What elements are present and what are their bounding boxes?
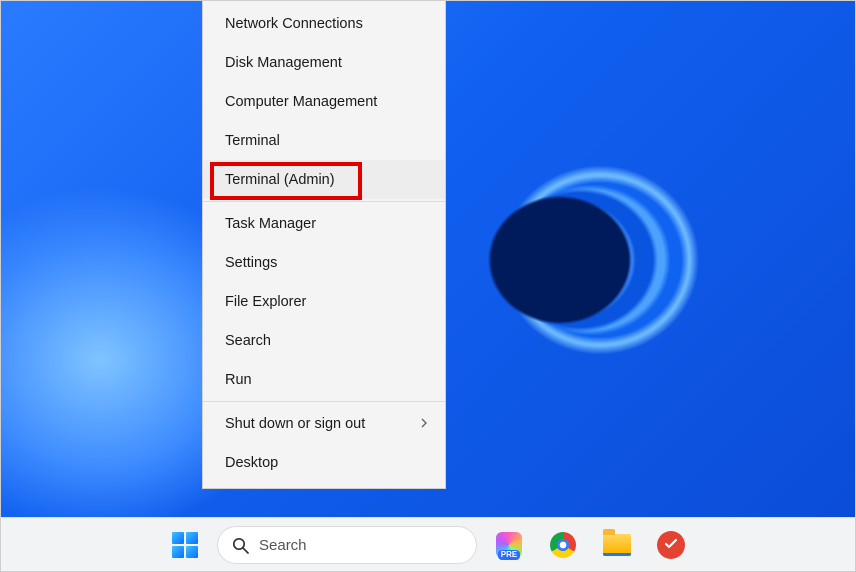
menu-item-label: Disk Management [225, 55, 342, 71]
menu-item-shutdown-signout[interactable]: Shut down or sign out [203, 404, 445, 443]
menu-separator [203, 401, 445, 402]
taskbar-app-todoist[interactable] [649, 523, 693, 567]
taskbar-search[interactable] [217, 526, 477, 564]
file-explorer-icon [603, 534, 631, 556]
taskbar [0, 517, 856, 572]
menu-separator [203, 201, 445, 202]
menu-item-label: Settings [225, 255, 277, 271]
menu-item-label: Task Manager [225, 216, 316, 232]
winx-context-menu: Network Connections Disk Management Comp… [202, 0, 446, 489]
menu-item-label: Computer Management [225, 94, 377, 110]
menu-item-label: Terminal [225, 133, 280, 149]
windows-logo-icon [172, 532, 198, 558]
copilot-icon [496, 532, 522, 558]
menu-item-desktop[interactable]: Desktop [203, 443, 445, 482]
menu-item-label: Search [225, 333, 271, 349]
menu-item-label: Run [225, 372, 252, 388]
search-icon [232, 537, 249, 554]
menu-item-file-explorer[interactable]: File Explorer [203, 282, 445, 321]
menu-item-computer-management[interactable]: Computer Management [203, 82, 445, 121]
menu-item-label: Network Connections [225, 16, 363, 32]
menu-item-label: File Explorer [225, 294, 306, 310]
taskbar-app-copilot[interactable] [487, 523, 531, 567]
menu-item-run[interactable]: Run [203, 360, 445, 399]
menu-item-network-connections[interactable]: Network Connections [203, 4, 445, 43]
menu-item-terminal[interactable]: Terminal [203, 121, 445, 160]
search-input[interactable] [259, 537, 462, 554]
menu-item-label: Terminal (Admin) [225, 172, 335, 188]
menu-item-label: Desktop [225, 455, 278, 471]
desktop-wallpaper: Network Connections Disk Management Comp… [0, 0, 856, 572]
menu-item-disk-management[interactable]: Disk Management [203, 43, 445, 82]
menu-item-task-manager[interactable]: Task Manager [203, 204, 445, 243]
chevron-right-icon [419, 416, 429, 432]
taskbar-app-chrome[interactable] [541, 523, 585, 567]
menu-item-terminal-admin[interactable]: Terminal (Admin) [203, 160, 445, 199]
start-button[interactable] [163, 523, 207, 567]
menu-item-search[interactable]: Search [203, 321, 445, 360]
menu-item-settings[interactable]: Settings [203, 243, 445, 282]
todoist-icon [657, 531, 685, 559]
menu-item-label: Shut down or sign out [225, 416, 365, 432]
chrome-icon [550, 532, 576, 558]
taskbar-app-file-explorer[interactable] [595, 523, 639, 567]
